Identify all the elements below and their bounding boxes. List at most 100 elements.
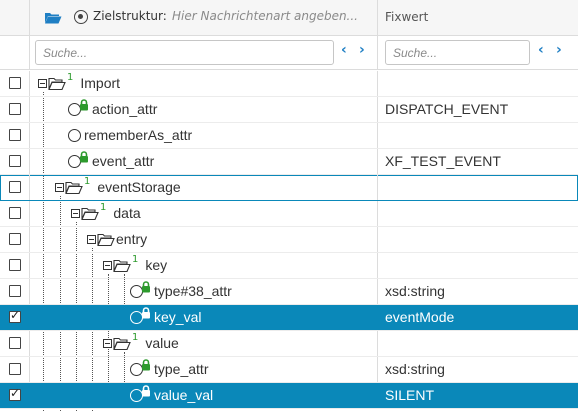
tree-row-key-val[interactable]: key_val eventMode [0, 305, 578, 331]
tree-row-rememberas-attr[interactable]: rememberAs_attr [0, 123, 578, 149]
lock-icon [142, 281, 150, 293]
row-checkbox[interactable] [9, 386, 21, 401]
row-fix-cell[interactable] [378, 227, 578, 252]
row-fix-cell[interactable] [378, 175, 578, 200]
target-structure-placeholder[interactable]: Hier Nachrichtenart angeben... [172, 9, 358, 23]
fixed-value: SILENT [385, 387, 435, 403]
row-checkbox[interactable] [9, 77, 21, 89]
row-select-cell [0, 149, 30, 174]
header-target-column: Zielstruktur: Hier Nachrichtenart angebe… [30, 0, 378, 36]
row-fix-cell[interactable]: eventMode [378, 305, 578, 330]
collapse-toggle-icon[interactable] [87, 234, 96, 244]
grid-header: Zielstruktur: Hier Nachrichtenart angebe… [0, 0, 578, 36]
tree-row-eventstorage[interactable]: 1 eventStorage [0, 175, 578, 201]
radio-target-icon[interactable] [74, 10, 88, 24]
row-checkbox[interactable] [9, 155, 21, 167]
mapping-grid: Zielstruktur: Hier Nachrichtenart angebe… [0, 0, 578, 411]
node-label: event_attr [92, 153, 155, 169]
row-fix-cell[interactable]: xsd:string [378, 279, 578, 304]
tree-row-entry[interactable]: entry [0, 227, 578, 253]
fixwert-search-input[interactable] [385, 40, 530, 65]
node-label: key_val [154, 309, 202, 325]
tree-node: 1 data [71, 202, 141, 221]
collapse-toggle-icon[interactable] [38, 78, 47, 88]
tree-node: 1 value [103, 331, 179, 351]
row-select-cell [0, 331, 30, 356]
collapse-toggle-icon[interactable] [55, 182, 64, 192]
row-tree-cell: 1 key [30, 253, 378, 278]
tree-node: type_attr [130, 359, 208, 377]
tree-node: entry [87, 231, 147, 247]
tree-node: rememberAs_attr [68, 127, 192, 143]
row-fix-cell[interactable] [378, 331, 578, 356]
row-tree-cell: value_val [30, 383, 378, 408]
fix-prev-match-button[interactable]: ‹ [538, 42, 544, 58]
row-checkbox[interactable] [9, 207, 21, 219]
folder-open-icon[interactable] [44, 11, 62, 24]
folder-open-icon [81, 207, 99, 220]
fixed-value: eventMode [385, 309, 455, 325]
row-select-cell [0, 253, 30, 278]
row-select-cell [0, 279, 30, 304]
row-checkbox[interactable] [9, 337, 21, 349]
row-tree-cell: rememberAs_attr [30, 123, 378, 148]
row-fix-cell[interactable]: xsd:string [378, 357, 578, 382]
node-label: eventStorage [97, 179, 181, 195]
filter-fix-cell: ‹ › [378, 36, 578, 70]
lock-icon [80, 151, 88, 163]
row-fix-cell[interactable]: XF_TEST_EVENT [378, 149, 578, 174]
tree-search-input[interactable] [35, 40, 334, 65]
tree-row-data[interactable]: 1 data [0, 201, 578, 227]
row-checkbox[interactable] [9, 233, 21, 245]
tree-row-type38-attr[interactable]: type#38_attr xsd:string [0, 279, 578, 305]
node-label: value [145, 335, 179, 351]
row-checkbox[interactable] [9, 129, 21, 141]
row-fix-cell[interactable] [378, 71, 578, 96]
row-checkbox[interactable] [9, 181, 21, 193]
occurrence-count: 1 [132, 253, 139, 265]
collapse-toggle-icon[interactable] [103, 260, 112, 270]
tree-row-key[interactable]: 1 key [0, 253, 578, 279]
lock-icon [142, 307, 150, 319]
tree-node: 1 key [103, 253, 168, 273]
row-checkbox[interactable] [9, 259, 21, 271]
tree-next-match-button[interactable]: › [359, 42, 365, 58]
row-checkbox[interactable] [9, 363, 21, 375]
collapse-toggle-icon[interactable] [103, 338, 112, 348]
row-fix-cell[interactable] [378, 253, 578, 278]
node-label: action_attr [92, 101, 158, 117]
row-select-cell [0, 383, 30, 408]
tree-row-value[interactable]: 1 value [0, 331, 578, 357]
filter-select-cell [0, 36, 30, 70]
header-select-column [0, 0, 30, 36]
tree-row-action-attr[interactable]: action_attr DISPATCH_EVENT [0, 97, 578, 123]
tree-node: action_attr [68, 99, 158, 117]
fix-next-match-button[interactable]: › [556, 42, 562, 58]
row-fix-cell[interactable] [378, 123, 578, 148]
row-select-cell [0, 71, 30, 96]
row-checkbox[interactable] [9, 308, 21, 323]
node-label: key [145, 257, 168, 273]
row-checkbox[interactable] [9, 103, 21, 115]
folder-open-icon [113, 259, 131, 272]
row-select-cell [0, 227, 30, 252]
fixed-value: XF_TEST_EVENT [385, 153, 501, 169]
tree-node: 1 eventStorage [55, 176, 181, 195]
tree-row-import[interactable]: 1 Import [0, 71, 578, 97]
row-fix-cell[interactable]: DISPATCH_EVENT [378, 97, 578, 122]
tree-node: type#38_attr [130, 281, 232, 299]
tree-node: 1 Import [38, 72, 120, 91]
tree-prev-match-button[interactable]: ‹ [341, 42, 347, 58]
row-tree-cell: 1 data [30, 201, 378, 226]
tree-row-event-attr[interactable]: event_attr XF_TEST_EVENT [0, 149, 578, 175]
tree-row-value-val[interactable]: value_val SILENT [0, 383, 578, 409]
fixwert-header-label: Fixwert [385, 10, 429, 24]
row-fix-cell[interactable] [378, 201, 578, 226]
occurrence-count: 1 [132, 331, 139, 343]
collapse-toggle-icon[interactable] [71, 208, 80, 218]
row-fix-cell[interactable]: SILENT [378, 383, 578, 408]
tree-row-type-attr[interactable]: type_attr xsd:string [0, 357, 578, 383]
row-tree-cell: type_attr [30, 357, 378, 382]
row-tree-cell: 1 value [30, 331, 378, 356]
row-checkbox[interactable] [9, 285, 21, 297]
